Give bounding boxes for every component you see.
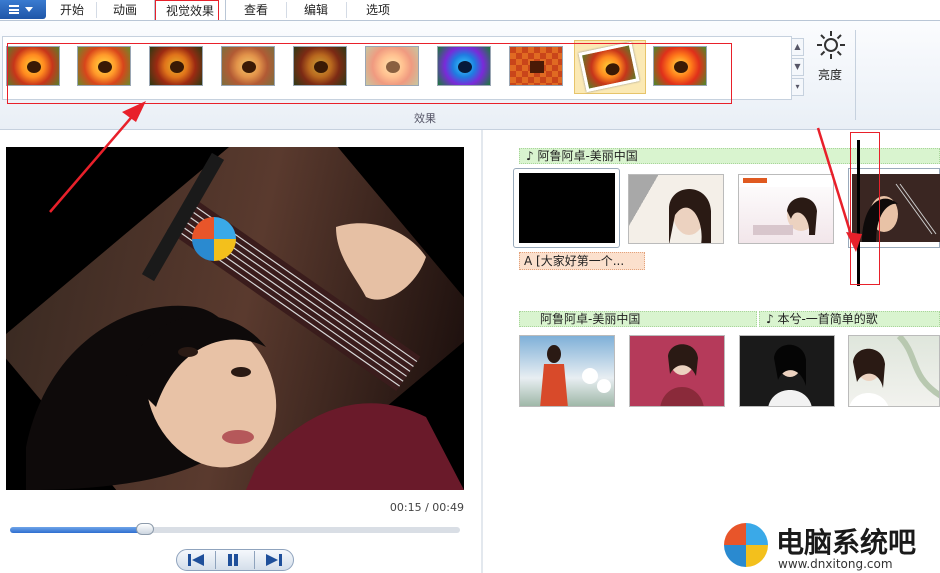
watermark-title: 电脑系统吧 — [776, 526, 917, 559]
annotation-arrows — [49, 101, 862, 252]
windows-logo-icon — [724, 523, 768, 567]
watermark-url: www.dnxitong.com — [778, 557, 893, 571]
site-watermark: 电脑系统吧 www.dnxitong.com — [718, 519, 940, 573]
